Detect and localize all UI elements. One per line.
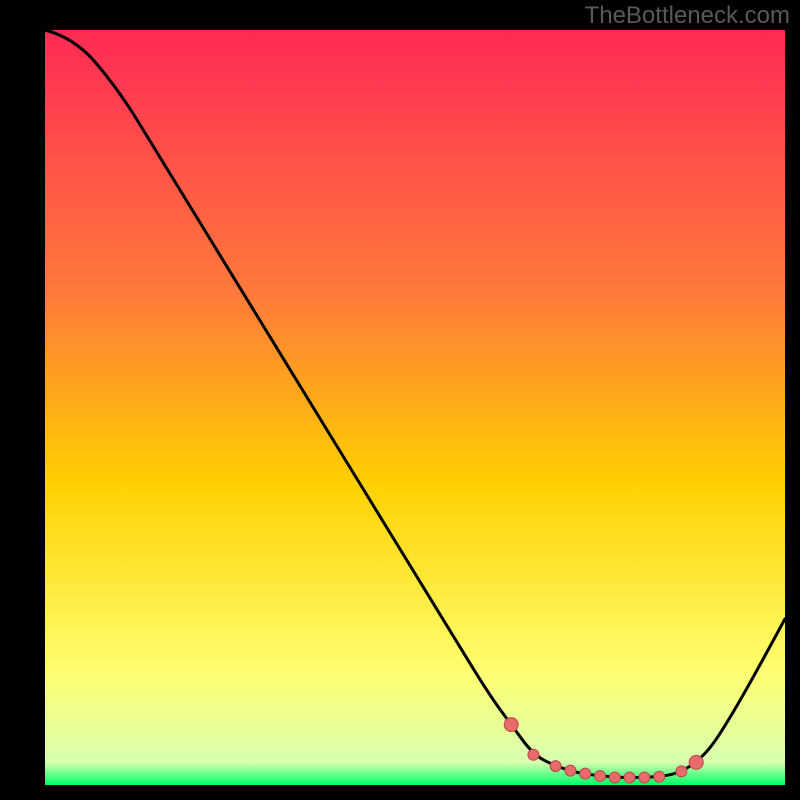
marker-point xyxy=(676,766,687,777)
gradient-background xyxy=(45,30,785,785)
marker-point xyxy=(565,765,576,776)
marker-point xyxy=(595,770,606,781)
marker-point xyxy=(550,761,561,772)
marker-point xyxy=(624,772,635,783)
marker-point xyxy=(504,718,518,732)
marker-point xyxy=(580,768,591,779)
marker-point xyxy=(639,772,650,783)
watermark-text: TheBottleneck.com xyxy=(585,2,790,30)
marker-point xyxy=(654,771,665,782)
bottleneck-chart xyxy=(0,0,800,800)
marker-point xyxy=(609,772,620,783)
marker-point xyxy=(528,749,539,760)
marker-point xyxy=(689,755,703,769)
